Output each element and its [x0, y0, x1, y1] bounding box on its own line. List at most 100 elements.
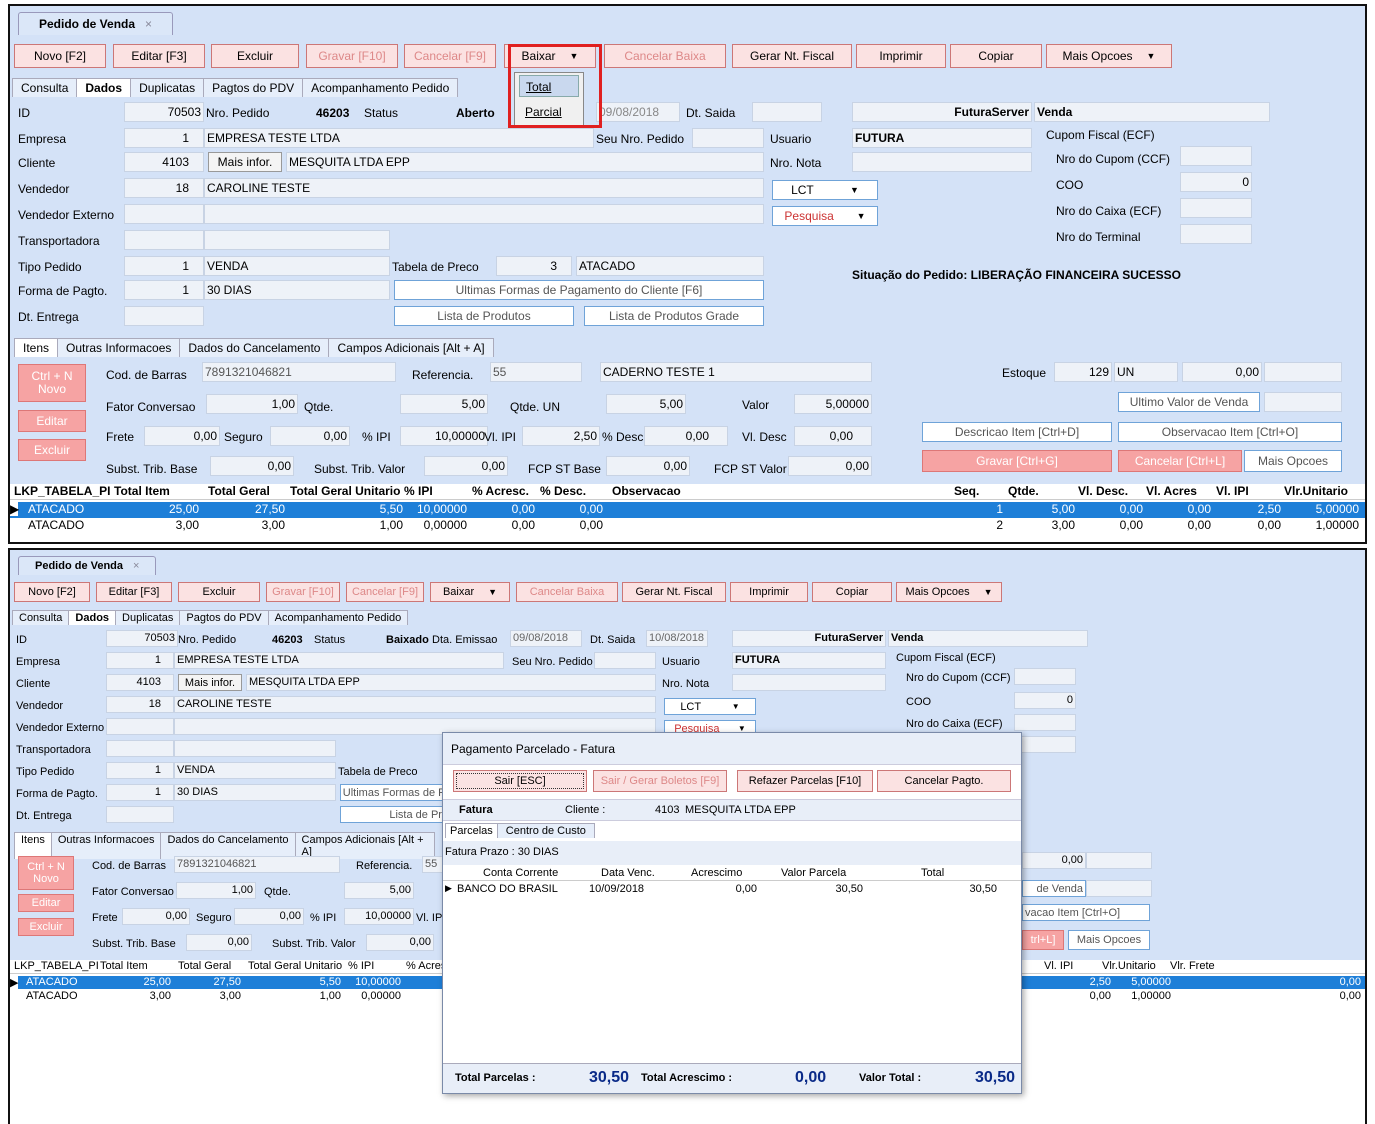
qtde-field[interactable]: 5,00 [344, 882, 414, 899]
refazer-parcelas-button[interactable]: Refazer Parcelas [F10] [737, 770, 873, 792]
gravar-item-button[interactable]: Gravar [Ctrl+G] [922, 450, 1112, 472]
seguro-field[interactable]: 0,00 [270, 426, 350, 446]
forma-pagto-code[interactable]: 1 [106, 784, 174, 801]
tab-outras-informacoes[interactable]: Outras Informacoes [57, 338, 181, 357]
document-tab[interactable]: Pedido de Venda × [18, 556, 157, 575]
tab-dados[interactable]: Dados [76, 78, 132, 97]
fator-conversao-field[interactable]: 1,00 [206, 394, 298, 414]
tab-parcelas[interactable]: Parcelas [445, 823, 498, 838]
id-field[interactable]: 70503 [124, 102, 204, 122]
dt-saida-field[interactable] [752, 102, 822, 122]
mais-infor-button[interactable]: Mais infor. [178, 674, 242, 691]
lista-produtos-grade-button[interactable]: Lista de Produtos Grade [584, 306, 764, 326]
empresa-code[interactable]: 1 [124, 128, 204, 148]
dt-saida-field[interactable]: 10/08/2018 [646, 630, 708, 647]
gerar-nf-button[interactable]: Gerar Nt. Fiscal [732, 44, 852, 68]
ultimo-valor-button[interactable]: de Venda [1022, 880, 1086, 897]
referencia-field[interactable]: 55 [490, 362, 582, 382]
gravar-button[interactable]: Gravar [F10] [266, 582, 340, 602]
sair-gerar-boletos-button[interactable]: Sair / Gerar Boletos [F9] [593, 770, 727, 792]
pesquisa-select[interactable]: Pesquisa ▼ [772, 206, 878, 226]
cancelar-button[interactable]: Cancelar [F9] [404, 44, 496, 68]
baixar-button[interactable]: Baixar ▼ [430, 582, 510, 602]
lct-select[interactable]: LCT ▼ [664, 698, 756, 715]
cliente-code[interactable]: 4103 [124, 152, 204, 172]
tab-pagtos-pdv[interactable]: Pagtos do PDV [179, 610, 269, 625]
vl-ipi-field[interactable]: 2,50 [522, 426, 600, 446]
tipo-pedido-code[interactable]: 1 [106, 762, 174, 779]
valor-field[interactable]: 5,00000 [794, 394, 872, 414]
fcp-base-field[interactable]: 0,00 [606, 456, 690, 476]
close-tab-icon[interactable]: × [133, 560, 139, 572]
cancelar-item-button[interactable]: Cancelar [Ctrl+L] [1118, 450, 1242, 472]
fator-conversao-field[interactable]: 1,00 [176, 882, 256, 899]
copiar-button[interactable]: Copiar [950, 44, 1042, 68]
nro-nota-field[interactable] [852, 152, 1032, 172]
observacao-item-button[interactable]: Observacao Item [Ctrl+O] [1118, 422, 1342, 442]
cancelar-baixa-button[interactable]: Cancelar Baixa [516, 582, 618, 602]
novo-button[interactable]: Novo [F2] [14, 44, 106, 68]
tab-centro-custo[interactable]: Centro de Custo [496, 823, 595, 838]
lct-select[interactable]: LCT ▼ [772, 180, 878, 200]
ultimas-formas-button[interactable]: Ultimas Formas de Pagamento do Cliente [… [394, 280, 764, 300]
copiar-button[interactable]: Copiar [812, 582, 892, 602]
subst-base-field[interactable]: 0,00 [210, 456, 294, 476]
tab-dados[interactable]: Dados [68, 610, 117, 625]
sair-button[interactable]: Sair [ESC] [453, 770, 587, 792]
item-editar-button[interactable]: Editar [18, 894, 74, 912]
tab-outras-informacoes[interactable]: Outras Informacoes [50, 832, 162, 859]
cliente-code[interactable]: 4103 [106, 674, 174, 691]
observacao-item-button[interactable]: vacao Item [Ctrl+O] [1022, 904, 1150, 921]
transportadora-code[interactable] [106, 740, 174, 757]
vendedor-externo-code[interactable] [106, 718, 174, 735]
qtde-field[interactable]: 5,00 [400, 394, 488, 414]
item-novo-button[interactable]: Ctrl + N Novo [18, 364, 86, 402]
mais-infor-button[interactable]: Mais infor. [208, 152, 282, 172]
ultimas-formas-button[interactable]: Ultimas Formas de Pagamento do Cliente [… [340, 784, 450, 801]
table-row[interactable]: ATACADO 3,00 3,00 1,00 0,00000 0,00 0,00… [10, 518, 1365, 534]
item-mais-opcoes-button[interactable]: Mais Opcoes [1244, 450, 1342, 472]
frete-field[interactable]: 0,00 [144, 426, 220, 446]
tab-pagtos-pdv[interactable]: Pagtos do PDV [203, 78, 304, 97]
empresa-code[interactable]: 1 [106, 652, 174, 669]
cancelar-baixa-button[interactable]: Cancelar Baixa [604, 44, 726, 68]
seguro-field[interactable]: 0,00 [234, 908, 304, 925]
cancelar-pagto-button[interactable]: Cancelar Pagto. [877, 770, 1011, 792]
gerar-nf-button[interactable]: Gerar Nt. Fiscal [622, 582, 726, 602]
novo-button[interactable]: Novo [F2] [14, 582, 90, 602]
tab-campos-adicionais[interactable]: Campos Adicionais [Alt + A] [328, 338, 494, 357]
tab-itens[interactable]: Itens [14, 832, 52, 859]
editar-button[interactable]: Editar [F3] [113, 44, 205, 68]
cancelar-button[interactable]: Cancelar [F9] [346, 582, 424, 602]
tab-duplicatas[interactable]: Duplicatas [130, 78, 205, 97]
ipi-field[interactable]: 10,00000 [344, 908, 414, 925]
document-tab[interactable]: Pedido de Venda × [18, 12, 174, 35]
item-novo-button[interactable]: Ctrl + N Novo [18, 856, 74, 890]
dta-emissao-field[interactable]: 09/08/2018 [596, 102, 680, 122]
tab-duplicatas[interactable]: Duplicatas [115, 610, 181, 625]
tab-campos-adicionais[interactable]: Campos Adicionais [Alt + A] [294, 832, 435, 859]
imprimir-button[interactable]: Imprimir [856, 44, 946, 68]
excluir-button[interactable]: Excluir [178, 582, 260, 602]
qtde-un-field[interactable]: 5,00 [606, 394, 686, 414]
nro-nota-field[interactable] [732, 674, 886, 691]
dta-emissao-field[interactable]: 09/08/2018 [510, 630, 582, 647]
mais-opcoes-button[interactable]: Mais Opcoes ▼ [896, 582, 1002, 602]
tab-acompanhamento[interactable]: Acompanhamento Pedido [302, 78, 459, 97]
vendedor-code[interactable]: 18 [106, 696, 174, 713]
item-excluir-button[interactable]: Excluir [18, 439, 86, 461]
tipo-pedido-code[interactable]: 1 [124, 256, 204, 276]
item-editar-button[interactable]: Editar [18, 410, 86, 432]
gravar-button[interactable]: Gravar [F10] [306, 44, 398, 68]
dt-entrega-field[interactable] [106, 806, 174, 823]
close-tab-icon[interactable]: × [145, 17, 152, 31]
ultimo-valor-button[interactable]: Ultimo Valor de Venda [1118, 392, 1260, 412]
lista-produtos-button[interactable]: Lista de Produtos [340, 806, 450, 823]
subst-valor-field[interactable]: 0,00 [366, 934, 434, 951]
desc-field[interactable]: 0,00 [644, 426, 728, 446]
tabela-preco-code[interactable]: 3 [496, 256, 572, 276]
tab-itens[interactable]: Itens [14, 338, 59, 357]
subst-valor-field[interactable]: 0,00 [424, 456, 508, 476]
table-row[interactable]: ▶ ATACADO 25,00 27,50 5,50 10,00000 0,00… [10, 502, 1365, 518]
dt-entrega-field[interactable] [124, 306, 204, 326]
